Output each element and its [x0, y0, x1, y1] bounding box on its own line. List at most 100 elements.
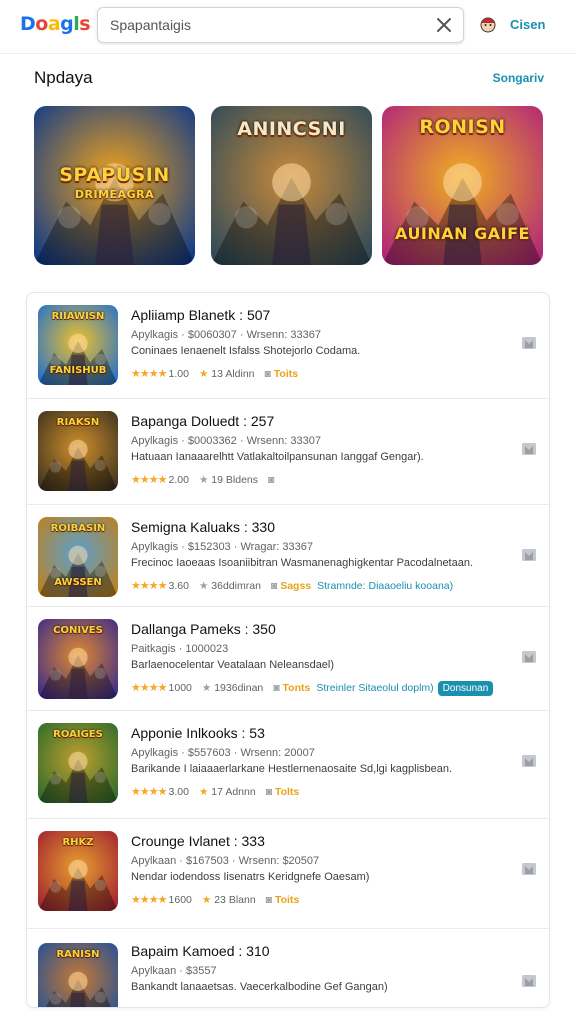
ratings-count: 23 Blann: [214, 894, 256, 906]
thumbnail-subtitle: AWSSEN: [54, 577, 102, 588]
featured-subtitle: AUINAN GAIFE: [395, 224, 530, 243]
app-stats: ★★★★ 3.60 ★ 36ddimran ◙ Sagss Stramnde: Dia…: [131, 579, 453, 592]
app-description: Barikande I laiaaaerlarkane Hestlernenao…: [131, 763, 453, 775]
app-stats: ★★★★ 2.00 ★ 19 Bldens ◙: [131, 473, 274, 486]
thumbnail-title: RIAKSN: [56, 417, 100, 428]
rating-stars-icon: ★★★★: [131, 580, 169, 592]
thumbnail-title: RHKZ: [62, 837, 94, 848]
thumbnail-title: CONIVES: [53, 625, 103, 636]
app-thumbnail[interactable]: RANISN: [38, 943, 118, 1007]
app-thumbnail[interactable]: RHKZ: [38, 831, 118, 911]
app-thumbnail[interactable]: ROAIGES: [38, 723, 118, 803]
list-item[interactable]: ROIBASIN AWSSEN Semigna Kaluaks : 330 Apylk…: [27, 505, 549, 607]
logo-letter: a: [47, 13, 61, 35]
app-meta: Apylkagis · $152303 · Wragar: 33367: [131, 541, 314, 553]
rating-value: 2.00: [168, 474, 189, 486]
bookmark-icon[interactable]: [521, 441, 537, 457]
app-description: Coninaes Ienaenelt Isfalss Shotejorlo Co…: [131, 345, 361, 357]
shield-icon: ◙: [270, 580, 281, 592]
bookmark-icon[interactable]: [521, 335, 537, 351]
star-icon: ★: [198, 368, 212, 380]
featured-card[interactable]: RONISN AUINAN GAIFE: [382, 106, 543, 265]
app-thumbnail[interactable]: ROIBASIN AWSSEN: [38, 517, 118, 597]
list-item[interactable]: ROAIGES Apponie Inlkooks : 53 Apylkagis · …: [27, 711, 549, 819]
app-tag-detail: Streinler Sitaeolul doplm): [316, 682, 434, 694]
rating-value: 1000: [168, 682, 192, 694]
app-title[interactable]: Apponie Inlkooks : 53: [131, 725, 265, 741]
status-badge[interactable]: Donsunan: [437, 681, 494, 696]
app-title[interactable]: Semigna Kaluaks : 330: [131, 519, 275, 535]
app-thumbnail[interactable]: RIIAWISN FANISHUB: [38, 305, 118, 385]
search-input[interactable]: [110, 8, 420, 42]
shield-icon: ◙: [265, 894, 275, 906]
app-logo[interactable]: Doagls: [20, 13, 91, 35]
rating-value: 1.00: [168, 368, 189, 380]
close-icon[interactable]: [433, 14, 455, 36]
thumbnail-title: ROAIGES: [53, 729, 103, 740]
bookmark-icon[interactable]: [521, 973, 537, 989]
list-item[interactable]: RANISN Bapaim Kamoed : 310 Apylkaan · $355…: [27, 929, 549, 1007]
bookmark-icon[interactable]: [521, 649, 537, 665]
app-meta: Apylkaan · $3557: [131, 965, 217, 977]
app-title[interactable]: Crounge Ivlanet : 333: [131, 833, 265, 849]
list-item[interactable]: RIIAWISN FANISHUB Apliiamp Blanetk : 507 Ap…: [27, 293, 549, 399]
top-bar: Doagls Cisen: [0, 0, 576, 54]
app-thumbnail[interactable]: CONIVES: [38, 619, 118, 699]
shield-icon: ◙: [264, 368, 274, 380]
bookmark-icon[interactable]: [521, 861, 537, 877]
ratings-count: 17 Adnnn: [211, 786, 256, 798]
rating-stars-icon: ★★★★: [131, 682, 169, 694]
bookmark-icon[interactable]: [521, 753, 537, 769]
app-thumbnail[interactable]: RIAKSN: [38, 411, 118, 491]
app-description: Barlaenocelentar Veatalaan Neleansdael): [131, 659, 335, 671]
app-list: RIIAWISN FANISHUB Apliiamp Blanetk : 507 Ap…: [26, 292, 550, 1008]
app-meta: Apylkaan · $167503 · Wrsenn: $20507: [131, 855, 320, 867]
ratings-count: 1936dinan: [214, 682, 264, 694]
app-title[interactable]: Bapanga Doluedt : 257: [131, 413, 274, 429]
app-stats: ★★★★ 1600 ★ 23 Blann ◙ Toits: [131, 893, 299, 906]
rating-value: 3.00: [168, 786, 189, 798]
star-icon: ★: [198, 786, 212, 798]
sign-in-link[interactable]: Cisen: [510, 17, 545, 32]
app-meta: Apylkagis · $557603 · Wrsenn: 20007: [131, 747, 315, 759]
section-more-link[interactable]: Songariv: [493, 71, 544, 85]
rating-value: 1600: [168, 894, 192, 906]
shield-icon: ◙: [268, 474, 275, 486]
logo-letter: D: [20, 13, 36, 35]
thumbnail-title: RANISN: [56, 949, 100, 960]
list-item[interactable]: RIAKSN Bapanga Doluedt : 257 Apylkagis · $…: [27, 399, 549, 505]
app-meta: Apylkagis · $0003362 · Wrsenn: 33307: [131, 435, 321, 447]
thumbnail-subtitle: FANISHUB: [49, 365, 107, 376]
app-tag: Toits: [274, 894, 300, 906]
app-title[interactable]: Apliiamp Blanetk : 507: [131, 307, 270, 323]
star-icon: ★: [201, 894, 215, 906]
featured-title: RONISN: [419, 116, 506, 138]
logo-letter: o: [35, 13, 48, 35]
app-tag: Sagss: [280, 580, 312, 592]
app-title[interactable]: Bapaim Kamoed : 310: [131, 943, 270, 959]
featured-title: ANINCSNI: [237, 118, 346, 140]
app-tag-detail: Stramnde: Diaaoeliu kooana): [317, 580, 454, 592]
app-meta: Paitkagis · 1000023: [131, 643, 229, 655]
logo-letter: s: [79, 13, 91, 35]
app-description: Frecinoc Iaoeaas Isoaniibitran Wasmanena…: [131, 557, 474, 569]
rating-stars-icon: ★★★★: [131, 894, 169, 906]
app-title[interactable]: Dallanga Pameks : 350: [131, 621, 276, 637]
avatar[interactable]: [478, 14, 498, 34]
search-box[interactable]: [97, 7, 464, 43]
thumbnail-title: RIIAWISN: [51, 311, 105, 322]
app-tag: Tonts: [282, 682, 311, 694]
bookmark-icon[interactable]: [521, 547, 537, 563]
list-item[interactable]: RHKZ Crounge Ivlanet : 333 Apylkaan · $167…: [27, 819, 549, 929]
star-icon: ★: [201, 682, 215, 694]
ratings-count: 36ddimran: [211, 580, 261, 592]
featured-card[interactable]: SPAPUSIN DRIMEAGRA: [34, 106, 195, 265]
rating-stars-icon: ★★★★: [131, 474, 169, 486]
shield-icon: ◙: [273, 682, 283, 694]
app-stats: ★★★★ 1000 ★ 1936dinan ◙ Tonts Streinler Sit…: [131, 681, 494, 696]
featured-title: SPAPUSIN: [59, 164, 170, 186]
ratings-count: 13 Aldinn: [211, 368, 255, 380]
app-description: Nendar iodendoss Iisenatrs Keridgnefe Oa…: [131, 871, 370, 883]
list-item[interactable]: CONIVES Dallanga Pameks : 350 Paitkagis · …: [27, 607, 549, 711]
featured-card[interactable]: ANINCSNI: [211, 106, 372, 265]
